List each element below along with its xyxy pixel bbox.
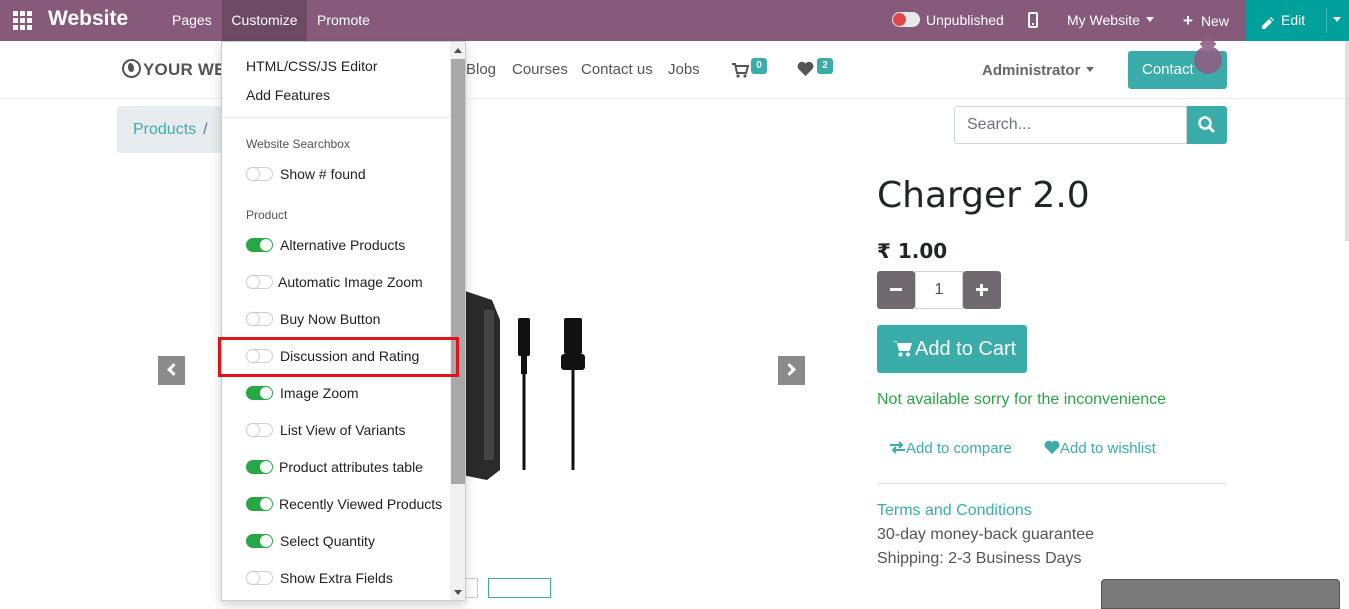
nav-courses[interactable]: Courses [512, 61, 568, 78]
option-label: Buy Now Button [280, 311, 381, 327]
menu-promote[interactable]: Promote [317, 0, 370, 41]
quantity-input[interactable]: 1 [915, 271, 963, 309]
publish-toggle-knob [893, 13, 906, 26]
edit-button[interactable]: Edit [1246, 0, 1349, 41]
edit-dropdown-caret-icon[interactable] [1333, 0, 1341, 41]
toggle-switch[interactable] [246, 386, 273, 400]
customize-dropdown: HTML/CSS/JS Editor Add Features Website … [221, 41, 466, 601]
chevron-down-icon [1086, 67, 1095, 72]
add-to-compare-label: Add to compare [906, 440, 1012, 457]
apps-grid-icon[interactable] [12, 10, 32, 30]
toggle-switch[interactable] [246, 497, 273, 511]
edit-button-divider [1326, 8, 1327, 33]
search-input[interactable]: Search... [954, 106, 1187, 144]
user-name: Administrator [982, 62, 1081, 79]
website-selector-label: My Website [1067, 12, 1140, 28]
user-menu[interactable]: Administrator [982, 62, 1095, 79]
option-label: Automatic Image Zoom [278, 274, 423, 290]
product-thumbnail[interactable] [464, 578, 478, 598]
add-to-compare-link[interactable]: Add to compare [889, 440, 1012, 457]
bottom-popup-panel[interactable] [1101, 579, 1340, 609]
chevron-down-icon [1145, 17, 1154, 22]
quantity-decrease-button[interactable] [877, 271, 915, 309]
carousel-prev-button[interactable] [158, 356, 185, 385]
menu-item-html-css-js-editor[interactable]: HTML/CSS/JS Editor [246, 58, 377, 74]
nav-jobs[interactable]: Jobs [668, 61, 700, 78]
plus-icon: + [1183, 11, 1193, 30]
details-divider [877, 483, 1227, 484]
quantity-increase-button[interactable] [963, 271, 1001, 309]
option-label: Recently Viewed Products [279, 496, 443, 512]
availability-message: Not available sorry for the inconvenienc… [877, 391, 1167, 408]
product-image [462, 290, 585, 480]
section-header-website-searchbox: Website Searchbox [246, 137, 350, 151]
section-header-product: Product [246, 208, 288, 222]
app-title[interactable]: Website [48, 7, 128, 31]
toggle-switch[interactable] [246, 275, 273, 289]
website-selector[interactable]: My Website [1067, 0, 1154, 41]
option-label: List View of Variants [280, 422, 406, 438]
option-label: Select Quantity [280, 533, 375, 549]
edit-button-label: Edit [1281, 12, 1306, 28]
add-to-cart-label: Add to Cart [915, 338, 1017, 360]
chevron-right-icon [783, 363, 796, 376]
terms-link[interactable]: Terms and Conditions [877, 502, 1032, 520]
option-label: Show Extra Fields [280, 570, 393, 586]
toggle-switch[interactable] [246, 460, 273, 474]
chevron-left-icon [167, 363, 180, 376]
publish-toggle[interactable] [892, 12, 920, 27]
wishlist-count-badge: 2 [817, 58, 833, 74]
cart-icon[interactable] [732, 63, 750, 82]
toggle-switch[interactable] [246, 534, 273, 548]
cart-count-badge: 0 [751, 58, 767, 74]
mobile-preview-icon[interactable] [1028, 12, 1038, 28]
nav-contact-us[interactable]: Contact us [581, 61, 653, 78]
site-logo[interactable]: YOUR WE [122, 59, 226, 80]
heart-icon [1044, 440, 1060, 454]
highlight-box [218, 337, 459, 377]
scroll-down-arrow-icon[interactable] [454, 590, 462, 595]
option-label: Product attributes table [279, 459, 423, 475]
shipping-text: Shipping: 2-3 Business Days [877, 550, 1082, 567]
product-price: ₹ 1.00 [877, 239, 948, 263]
website-header: YOUR WE Blog Courses Contact us Jobs 0 2… [0, 41, 1349, 99]
heart-icon[interactable] [797, 61, 814, 81]
cart-icon [893, 341, 912, 357]
dropdown-scroll-thumb[interactable] [451, 59, 465, 484]
menu-customize[interactable]: Customize [222, 0, 307, 41]
breadcrumb-products-link[interactable]: Products [133, 121, 196, 138]
nav-blog[interactable]: Blog [466, 61, 496, 78]
exchange-icon [890, 441, 905, 454]
scroll-up-arrow-icon[interactable] [454, 48, 462, 53]
globe-icon [122, 59, 141, 78]
new-button[interactable]: + New [1183, 0, 1229, 41]
product-thumbnail-active[interactable] [488, 578, 551, 598]
toggle-switch[interactable] [246, 571, 273, 585]
breadcrumb-separator: / [203, 121, 208, 138]
carousel-next-button[interactable] [778, 356, 805, 385]
search-icon [1198, 116, 1215, 133]
page-scrollbar[interactable] [1345, 41, 1349, 241]
add-to-wishlist-link[interactable]: Add to wishlist [1044, 440, 1156, 457]
add-to-cart-button[interactable]: Add to Cart [877, 325, 1027, 373]
menu-item-add-features[interactable]: Add Features [246, 87, 330, 103]
new-button-label: New [1200, 13, 1229, 29]
publish-status-label[interactable]: Unpublished [926, 0, 1004, 41]
option-label: Show # found [280, 166, 366, 182]
guarantee-text: 30-day money-back guarantee [877, 526, 1095, 543]
product-title: Charger 2.0 [877, 175, 1090, 216]
toggle-switch[interactable] [246, 423, 273, 437]
add-to-wishlist-label: Add to wishlist [1060, 440, 1156, 457]
editor-hint-droplet [1194, 46, 1222, 74]
toggle-switch[interactable] [246, 167, 273, 181]
menu-pages[interactable]: Pages [172, 0, 212, 41]
option-label: Image Zoom [280, 385, 359, 401]
toggle-switch[interactable] [246, 312, 273, 326]
toggle-switch[interactable] [246, 238, 273, 252]
option-label: Alternative Products [280, 237, 406, 253]
top-navbar: Website Pages Customize Promote Unpublis… [0, 0, 1349, 41]
search-button[interactable] [1187, 106, 1227, 144]
site-logo-text: YOUR WE [143, 60, 226, 79]
menu-divider [222, 117, 450, 118]
